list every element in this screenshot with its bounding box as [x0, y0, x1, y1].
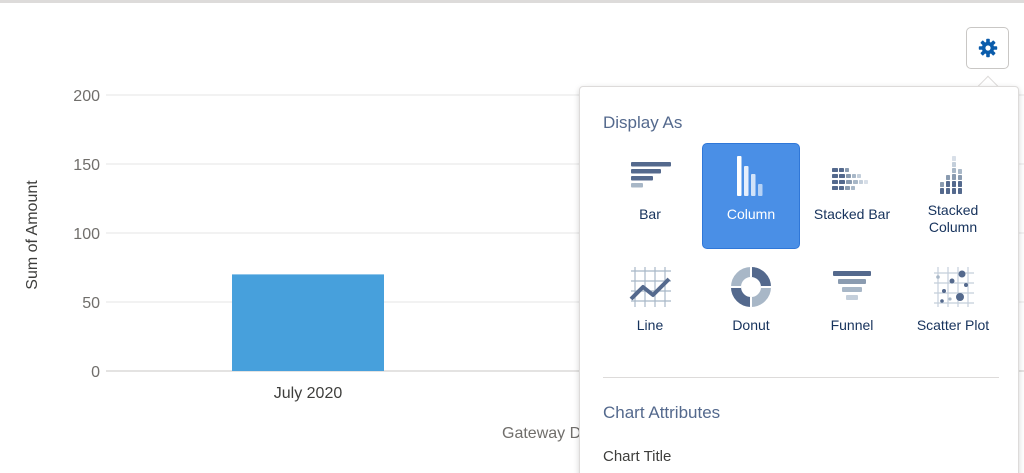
- display-option-line[interactable]: Line: [602, 255, 698, 359]
- line-chart-icon: [629, 267, 671, 307]
- display-option-label: Donut: [732, 317, 770, 333]
- display-option-label: Bar: [639, 206, 661, 222]
- funnel-chart-icon: [833, 271, 871, 300]
- bar: [232, 274, 384, 371]
- display-option-bar[interactable]: Bar: [602, 144, 698, 248]
- y-tick-label: 100: [73, 226, 100, 243]
- x-axis-title: Gateway D: [502, 425, 581, 442]
- display-option-label: Funnel: [830, 317, 874, 333]
- y-tick-label: 0: [91, 364, 100, 381]
- stacked-column-icon: [940, 156, 962, 194]
- display-option-column[interactable]: Column: [703, 144, 799, 248]
- display-option-stacked-column[interactable]: Stacked Column: [905, 144, 1001, 248]
- y-tick-label: 50: [82, 295, 100, 312]
- y-tick-label: 200: [73, 88, 100, 105]
- chart-settings-button[interactable]: [966, 27, 1009, 69]
- display-as-title: Display As: [603, 113, 683, 132]
- divider: [603, 377, 999, 378]
- display-option-donut[interactable]: Donut: [703, 255, 799, 359]
- bar-chart-icon: [631, 162, 671, 188]
- scatter-plot-icon: [934, 267, 974, 307]
- display-option-stacked-bar[interactable]: Stacked Bar: [804, 144, 900, 248]
- display-option-funnel[interactable]: Funnel: [804, 255, 900, 359]
- chart-settings-panel: Display As Bar Column Stacked Bar Stacke…: [579, 86, 1019, 473]
- donut-chart-icon: [731, 267, 771, 307]
- display-option-label: Column: [726, 206, 776, 222]
- display-option-label: Line: [636, 317, 664, 333]
- column-chart-icon: [737, 156, 763, 196]
- stacked-bar-icon: [832, 168, 868, 190]
- y-axis-title: Sum of Amount: [24, 180, 41, 290]
- display-option-scatter-plot[interactable]: Scatter Plot: [905, 255, 1001, 359]
- display-option-label: Stacked Column: [927, 202, 979, 235]
- chart-attributes-title: Chart Attributes: [603, 403, 721, 422]
- x-tick-label: July 2020: [274, 385, 343, 402]
- chart-title-label: Chart Title: [603, 448, 672, 465]
- display-option-label: Scatter Plot: [916, 317, 990, 333]
- y-tick-label: 150: [73, 157, 100, 174]
- gear-icon: [978, 38, 997, 58]
- display-option-label: Stacked Bar: [813, 206, 891, 222]
